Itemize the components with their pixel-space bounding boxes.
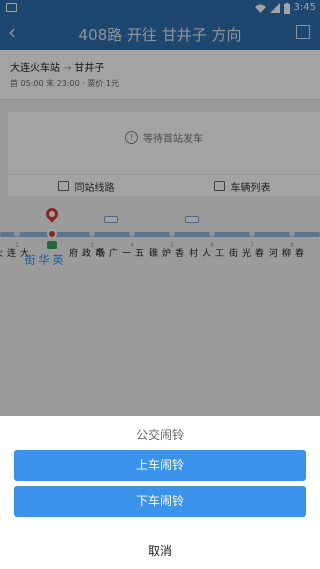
dim-overlay[interactable]	[0, 0, 320, 416]
bus-alarm-sheet: 公交闹铃 上车闹铃 下车闹铃 取消	[0, 416, 320, 569]
boarding-alarm-button[interactable]: 上车闹铃	[14, 450, 306, 481]
cancel-button[interactable]: 取消	[0, 542, 320, 559]
alighting-alarm-button[interactable]: 下车闹铃	[14, 486, 306, 517]
sheet-title: 公交闹铃	[135, 428, 184, 442]
